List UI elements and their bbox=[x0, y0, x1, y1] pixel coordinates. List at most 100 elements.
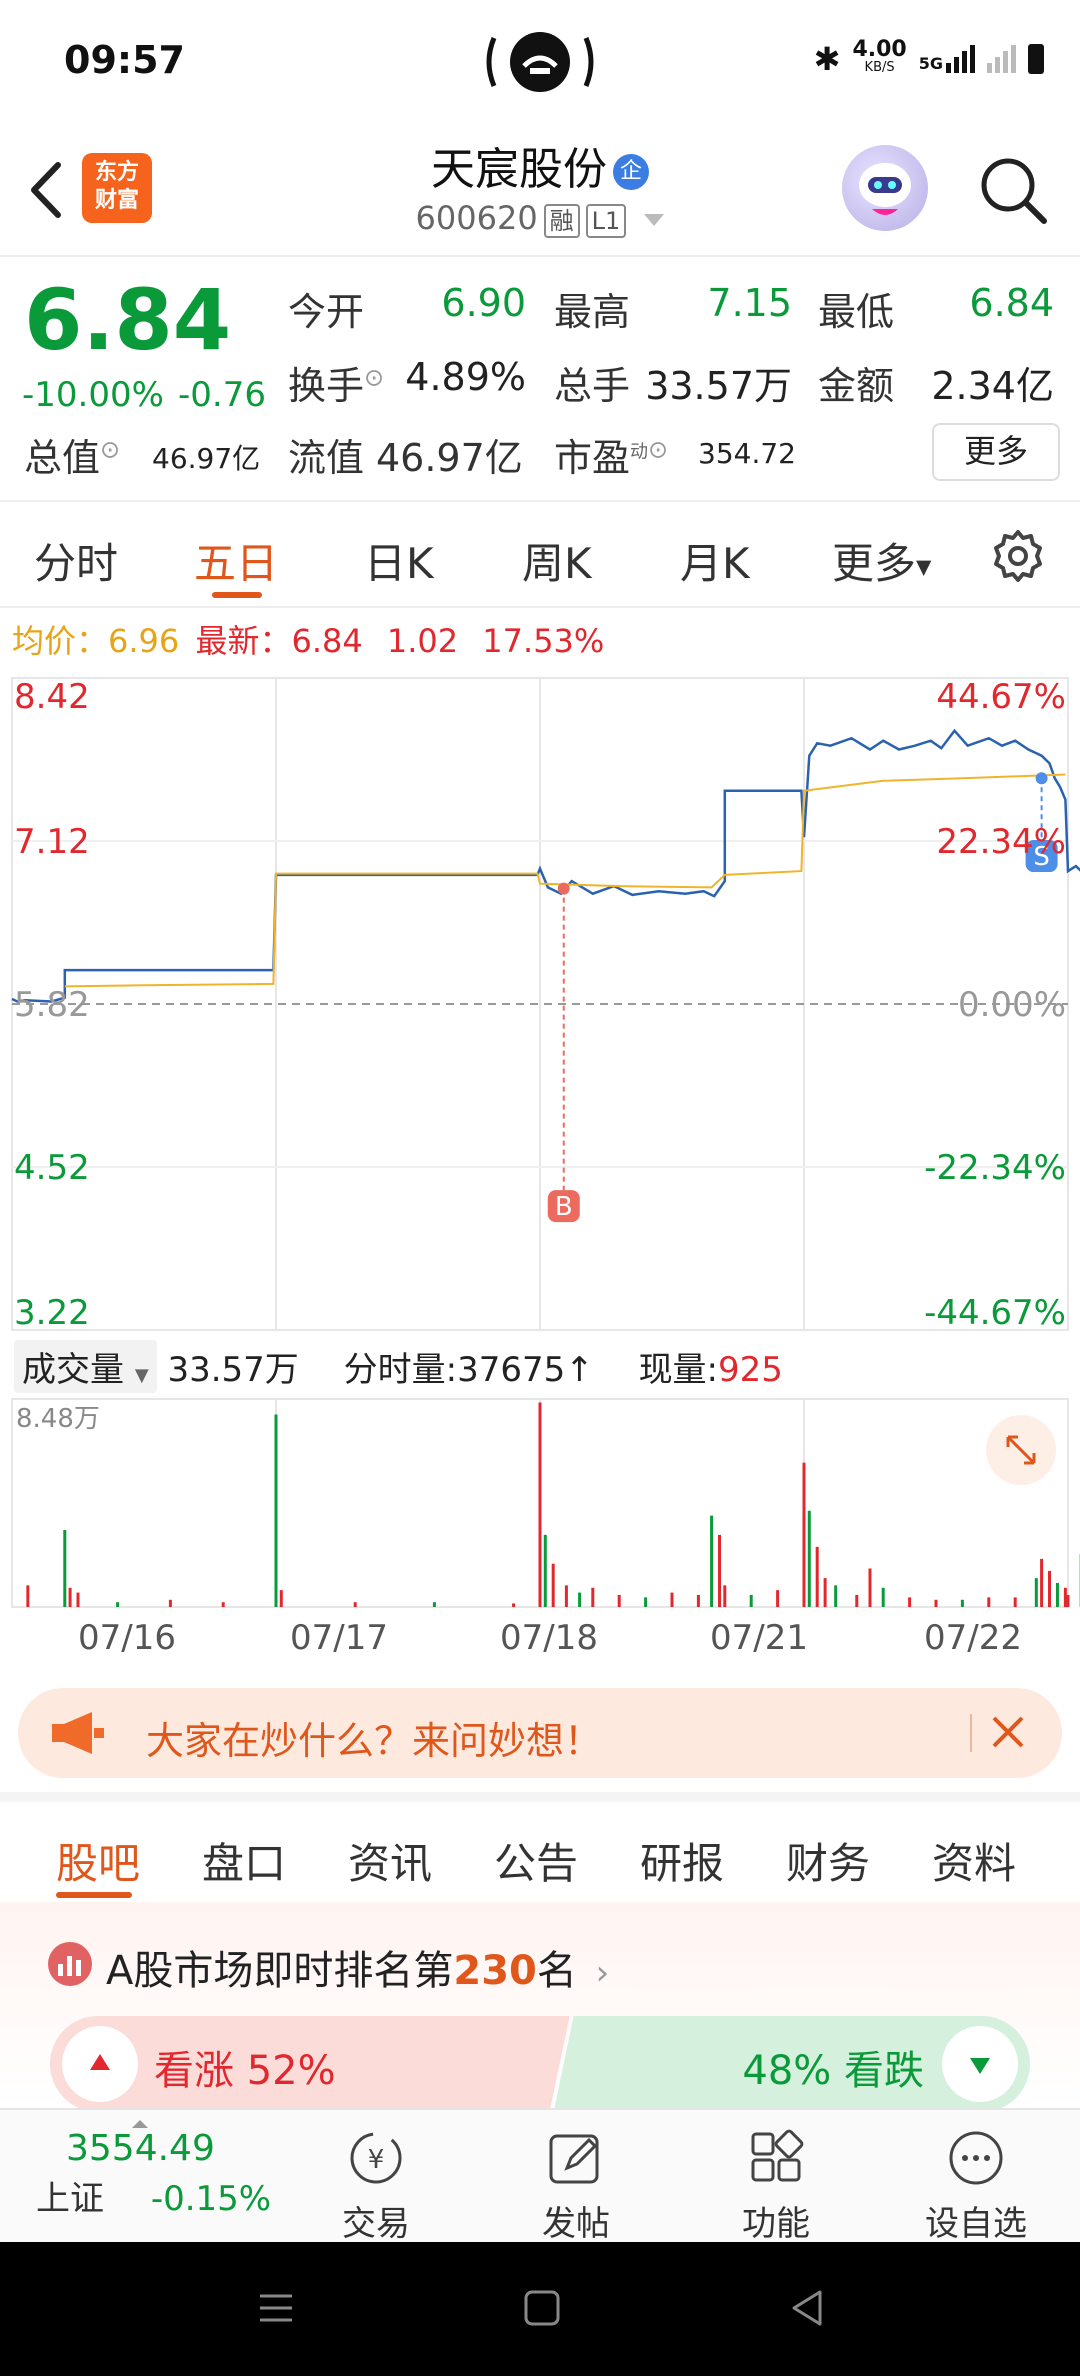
five-day-price-chart[interactable]: B S 8.42 7.12 5.82 4.52 3.22 44.67% 22.34% 0.00% -… bbox=[0, 668, 1080, 1338]
level-tag: L1 bbox=[585, 204, 627, 238]
info-circle-icon[interactable]: ⊙ bbox=[364, 363, 384, 391]
current-price: 6.84 bbox=[24, 271, 232, 369]
mktcap-value: 46.97亿 bbox=[152, 442, 261, 475]
y-tick-label-right: 44.67% bbox=[936, 677, 1066, 717]
current-volume-value: 925 bbox=[718, 1350, 783, 1390]
svg-text:¥: ¥ bbox=[368, 2145, 385, 2175]
pe-value: 354.72 bbox=[698, 437, 796, 470]
hotspot-indicator-icon bbox=[480, 30, 600, 94]
index-value: 3554.49 bbox=[66, 2128, 215, 2169]
tab-monthly-k[interactable]: 月K bbox=[680, 530, 750, 591]
robot-assistant-icon[interactable] bbox=[842, 145, 928, 231]
date-label: 07/21 bbox=[710, 1618, 808, 1658]
ranking-section: A股市场即时排名第230名 › 看涨 52% 48% 看跌 bbox=[0, 1902, 1080, 2112]
signal-weak-icon bbox=[987, 45, 1016, 73]
info-circle-icon[interactable]: ⊙ bbox=[100, 435, 120, 463]
low-label: 最低 bbox=[818, 290, 895, 334]
y-tick-label-right: 22.34% bbox=[936, 822, 1066, 862]
tab-finance[interactable]: 财务 bbox=[786, 1830, 870, 1891]
more-dots-icon bbox=[949, 2131, 1003, 2185]
trade-marker-label: B bbox=[555, 1192, 573, 1222]
caret-down-icon: ▼ bbox=[134, 1365, 149, 1386]
volume-total: 33.57万 bbox=[167, 1350, 299, 1390]
price-line bbox=[11, 728, 1080, 1003]
volume-chart[interactable]: 8.48万 bbox=[0, 1395, 1080, 1615]
volume-selector[interactable]: 成交量 ▼ bbox=[14, 1340, 157, 1393]
date-label: 07/17 bbox=[290, 1618, 388, 1658]
bottom-toolbar: 3554.49 上证 -0.15% ¥ 交易 发帖 功能 设自选 bbox=[0, 2108, 1080, 2244]
y-tick-label-right: 0.00% bbox=[958, 985, 1066, 1025]
avg-price-line bbox=[64, 773, 1066, 988]
index-name: 上证 bbox=[36, 2179, 104, 2219]
float-label: 流值 bbox=[288, 436, 365, 480]
y-tick-label-left: 8.42 bbox=[14, 677, 90, 717]
menu-nav-icon[interactable] bbox=[256, 2288, 296, 2328]
tab-profile[interactable]: 资料 bbox=[932, 1830, 1016, 1891]
volume-info-bar: 成交量 ▼ 33.57万 分时量:37675↑ 现量:925 bbox=[14, 1340, 783, 1393]
date-axis: 07/16 07/17 07/18 07/21 07/22 bbox=[0, 1618, 1080, 1668]
chart-period-tabs: 分时 五日 日K 周K 月K 更多▼ bbox=[0, 502, 1080, 608]
tab-announcements[interactable]: 公告 bbox=[494, 1830, 578, 1891]
active-tab-underline bbox=[56, 1892, 132, 1898]
ranking-text[interactable]: A股市场即时排名第230名 › bbox=[106, 1938, 609, 1996]
tab-guba[interactable]: 股吧 bbox=[56, 1830, 140, 1891]
back-nav-icon[interactable] bbox=[788, 2288, 828, 2328]
system-nav-bar bbox=[0, 2242, 1080, 2376]
gear-icon[interactable] bbox=[990, 528, 1046, 584]
low-value: 6.84 bbox=[969, 281, 1054, 325]
high-label: 最高 bbox=[554, 290, 631, 334]
amount-value: 2.34亿 bbox=[931, 364, 1054, 408]
features-button[interactable]: 功能 bbox=[676, 2128, 876, 2245]
banner-divider bbox=[970, 1714, 972, 1752]
latest-change: 1.02 bbox=[386, 622, 459, 660]
enterprise-badge-icon: 企 bbox=[613, 154, 649, 190]
period-volume-value: 37675↑ bbox=[457, 1350, 594, 1390]
info-circle-icon[interactable]: ⊙ bbox=[648, 435, 668, 463]
tab-news[interactable]: 资讯 bbox=[348, 1830, 432, 1891]
date-label: 07/22 bbox=[924, 1618, 1022, 1658]
banner-text: 大家在炒什么？来问妙想！ bbox=[146, 1719, 603, 1763]
pct-change: -10.00% bbox=[22, 375, 164, 415]
add-watchlist-button[interactable]: 设自选 bbox=[876, 2128, 1076, 2245]
vote-down-label: 48% 看跌 bbox=[742, 2048, 924, 2094]
vote-up-button[interactable] bbox=[62, 2026, 138, 2102]
tab-intraday[interactable]: 分时 bbox=[34, 530, 118, 591]
index-widget[interactable]: 3554.49 上证 -0.15% bbox=[30, 2120, 290, 2220]
date-label: 07/16 bbox=[78, 1618, 176, 1658]
vote-down-button[interactable] bbox=[942, 2026, 1018, 2102]
home-nav-icon[interactable] bbox=[522, 2288, 562, 2328]
megaphone-icon bbox=[48, 1708, 112, 1758]
caret-down-icon: ▼ bbox=[916, 554, 932, 579]
tab-pankou[interactable]: 盘口 bbox=[202, 1830, 286, 1891]
tab-five-day[interactable]: 五日 bbox=[194, 530, 278, 591]
current-volume-label: 现量: bbox=[638, 1350, 719, 1390]
close-icon[interactable] bbox=[988, 1712, 1028, 1752]
search-icon[interactable] bbox=[978, 155, 1048, 225]
y-tick-label-right: -22.34% bbox=[924, 1148, 1066, 1188]
trade-button[interactable]: ¥ 交易 bbox=[276, 2128, 476, 2245]
signal-5g-icon: 5G bbox=[919, 45, 975, 73]
volume-label: 总手 bbox=[554, 364, 631, 408]
ask-banner[interactable]: 大家在炒什么？来问妙想！ bbox=[18, 1688, 1062, 1778]
y-tick-label-left: 4.52 bbox=[14, 1148, 90, 1188]
dropdown-triangle-icon bbox=[644, 214, 665, 226]
bluetooth-icon: ✱ bbox=[813, 40, 841, 78]
tab-daily-k[interactable]: 日K bbox=[364, 530, 434, 591]
expand-icon[interactable] bbox=[986, 1415, 1056, 1485]
tab-weekly-k[interactable]: 周K bbox=[522, 530, 592, 591]
yen-cycle-icon: ¥ bbox=[350, 2132, 402, 2184]
stock-header: 东方 财富 天宸股份企 600620 融 L1 bbox=[0, 125, 1080, 257]
grid-icon bbox=[751, 2129, 804, 2182]
y-tick-label-right: -44.67% bbox=[924, 1293, 1066, 1333]
tab-research[interactable]: 研报 bbox=[640, 1830, 724, 1891]
more-button[interactable]: 更多 bbox=[932, 423, 1060, 481]
latest-label: 最新： bbox=[195, 622, 292, 660]
trade-marker-dot bbox=[1035, 772, 1048, 785]
avg-price-line: 均价：6.96 最新：6.84 1.02 17.53% bbox=[12, 616, 604, 662]
tab-more[interactable]: 更多▼ bbox=[832, 530, 931, 591]
float-value: 46.97亿 bbox=[376, 436, 523, 480]
post-button[interactable]: 发帖 bbox=[476, 2128, 676, 2245]
y-tick-label-left: 7.12 bbox=[14, 822, 90, 862]
quote-panel: 6.84 -10.00% -0.76 今开 6.90 最高 7.15 最低 6.… bbox=[0, 257, 1080, 502]
y-tick-label-left: 3.22 bbox=[14, 1293, 90, 1333]
